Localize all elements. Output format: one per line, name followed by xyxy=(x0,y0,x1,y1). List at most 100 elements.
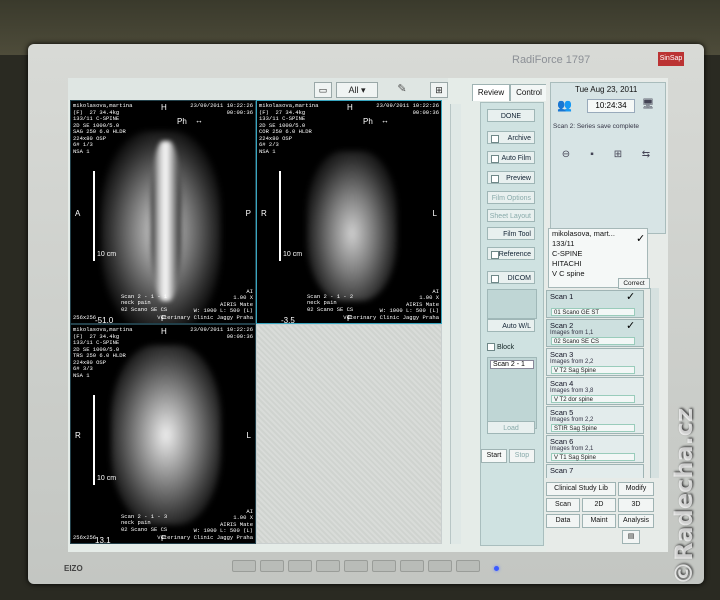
series-item-4[interactable]: Scan 4 Images from 3,8 V T2 dor spine xyxy=(546,377,644,405)
monitor-brand: RadiForce 1797 xyxy=(512,54,591,66)
image-scrollbar[interactable] xyxy=(450,104,461,544)
status-message: Scan 2: Series save complete xyxy=(553,123,639,130)
matrix-info: 256x256 xyxy=(73,313,97,321)
scale-ruler xyxy=(93,395,95,485)
orientation-right: L xyxy=(432,209,437,218)
patient-maker: HITACHI xyxy=(552,259,582,268)
auto-film-button[interactable]: Auto Film xyxy=(487,151,535,164)
series-2-check-icon: ✓ xyxy=(626,320,636,332)
scan-button[interactable]: Scan xyxy=(546,498,580,512)
monitor-buttons[interactable] xyxy=(232,559,484,577)
orientation-left: R xyxy=(261,209,267,218)
series-scrollbar[interactable] xyxy=(650,288,659,478)
series-item-7[interactable]: Scan 7 xyxy=(546,464,644,478)
matrix-info: 256x256 xyxy=(73,533,97,541)
series-item-6[interactable]: Scan 6 Images from 2,1 V T1 Sag Spine xyxy=(546,435,644,463)
monitor-icon[interactable]: 🖥 xyxy=(641,99,655,111)
series-list: Scan 1 01 Scano GE ST Scan 2 Images from 1… xyxy=(546,288,654,478)
phase-label: Ph xyxy=(177,117,187,126)
viewport-transverse[interactable]: mikolasova,martina (F) 27 34.4kg 133/11 … xyxy=(70,324,256,544)
minus-icon[interactable]: ⊖ xyxy=(559,149,573,161)
film-tool-button[interactable]: Film Tool xyxy=(487,227,535,240)
tab-control[interactable]: Control xyxy=(510,84,548,101)
phase-label: Ph xyxy=(363,117,373,126)
screen: ▭ All ▾ ✎ ⊞ mikolasova,martina (F) 27 34… xyxy=(68,78,668,552)
save-icon[interactable]: ▪ xyxy=(585,149,599,161)
block-list-item[interactable]: Scan 2 - 1 xyxy=(490,360,534,369)
datetime-info: 23/09/2011 10:22:26 00:00:36 xyxy=(376,102,439,116)
slice-position: 13.1 xyxy=(95,536,111,544)
view-mode-select[interactable]: All ▾ xyxy=(336,82,378,98)
slice-position: -51.0 xyxy=(95,316,114,324)
auto-wl-select[interactable]: Auto W/L xyxy=(487,319,535,332)
patient-id: 133/11 xyxy=(552,239,575,248)
scale-label: 10 cm xyxy=(283,251,303,258)
window-info: AI 1.00 X AIRIS Mate W: 1000 L: 500 (L) … xyxy=(157,287,253,321)
block-checkbox[interactable]: Block xyxy=(487,343,514,351)
sheet-layout-button[interactable]: Sheet Layout xyxy=(487,209,535,222)
3d-button[interactable]: 3D xyxy=(618,498,654,512)
datetime-info: 23/09/2011 10:22:26 00:00:36 xyxy=(190,102,253,116)
scale-ruler xyxy=(279,171,281,261)
scale-label: 10 cm xyxy=(97,475,117,482)
monitor-maker: EIZO xyxy=(64,564,83,573)
scale-label: 10 cm xyxy=(97,251,117,258)
swap-icon[interactable]: ⇆ xyxy=(639,149,653,161)
dicom-area xyxy=(487,289,537,319)
datetime-info: 23/09/2011 10:22:26 00:00:36 xyxy=(190,326,253,340)
series-item-5[interactable]: Scan 5 Images from 2,2 STIR Sag Spine xyxy=(546,406,644,434)
patient-region: C-SPINE xyxy=(552,249,583,258)
grid-view-icon[interactable]: ⊞ xyxy=(611,149,625,161)
archive-button[interactable]: Archive xyxy=(487,131,535,144)
status-area: Tue Aug 23, 2011 👥 10:24:34 🖥 Scan 2: Se… xyxy=(550,82,666,234)
notes-icon[interactable]: ▤ xyxy=(622,530,640,544)
viewport-sagittal[interactable]: mikolasova,martina (F) 27 34.4kg 133/11 … xyxy=(70,100,256,324)
2d-button[interactable]: 2D xyxy=(582,498,616,512)
patient-check-icon: ✓ xyxy=(636,233,646,245)
review-panel: DONE Archive Auto Film Preview Film Opti… xyxy=(480,102,544,546)
orientation-left: R xyxy=(75,431,81,440)
grid-icon[interactable]: ⊞ xyxy=(430,82,448,98)
load-button[interactable]: Load xyxy=(487,421,535,434)
preview-button[interactable]: Preview xyxy=(487,171,535,184)
time-display: 10:24:34 xyxy=(587,99,635,113)
dicom-button[interactable]: DICOM xyxy=(487,271,535,284)
tab-review[interactable]: Review xyxy=(472,84,510,101)
window-info: AI 1.00 X AIRIS Mate W: 1000 L: 500 (L) … xyxy=(343,287,439,321)
analysis-button[interactable]: Analysis xyxy=(618,514,654,528)
phase-arrow: ↔ xyxy=(195,116,203,125)
window-info: AI 1.00 X AIRIS Mate W: 1000 L: 500 (L) … xyxy=(157,507,253,541)
block-list[interactable]: Scan 2 - 1 xyxy=(487,357,537,429)
patient-name: mikolasova, mart... xyxy=(552,229,615,238)
start-button[interactable]: Start xyxy=(481,449,507,463)
viewer-toolbar: ▭ All ▾ ✎ ⊞ xyxy=(68,78,448,100)
orientation-right: L xyxy=(246,431,251,440)
patient-info: mikolasova,martina (F) 27 34.4kg 133/11 … xyxy=(73,102,133,155)
orientation-top: H xyxy=(161,327,167,336)
right-panel: Tue Aug 23, 2011 👥 10:24:34 🖥 Scan 2: Se… xyxy=(546,78,668,552)
viewport-empty[interactable] xyxy=(256,324,442,544)
orientation-top: H xyxy=(161,103,167,112)
film-options-button[interactable]: Film Options xyxy=(487,191,535,204)
phase-arrow: ↔ xyxy=(381,116,389,125)
modify-button[interactable]: Modify xyxy=(618,482,654,496)
scale-ruler xyxy=(93,171,95,261)
data-button[interactable]: Data xyxy=(546,514,580,528)
done-button[interactable]: DONE xyxy=(487,109,535,122)
stop-button[interactable]: Stop xyxy=(509,449,535,463)
power-led xyxy=(494,566,499,571)
layout-icon[interactable]: ▭ xyxy=(314,82,332,98)
patient-info: mikolasova,martina (F) 27 34.4kg 133/11 … xyxy=(73,326,133,379)
viewport-coronal[interactable]: mikolasova,martina (F) 27 34.4kg 133/11 … xyxy=(256,100,442,324)
clinical-study-lib-button[interactable]: Clinical Study Lib xyxy=(546,482,616,496)
users-icon[interactable]: 👥 xyxy=(557,99,572,111)
series-item-3[interactable]: Scan 3 Images from 2,2 V T2 Sag Spine xyxy=(546,348,644,376)
maint-button[interactable]: Maint xyxy=(582,514,616,528)
orientation-right: P xyxy=(245,209,251,218)
reference-button[interactable]: Reference xyxy=(487,247,535,260)
date-label: Tue Aug 23, 2011 xyxy=(575,85,638,94)
orientation-left: A xyxy=(75,209,81,218)
patient-info: mikolasova,martina (F) 27 34.4kg 133/11 … xyxy=(259,102,319,155)
annotate-icon[interactable]: ✎ xyxy=(394,82,410,96)
slice-position: -3.5 xyxy=(281,316,295,324)
